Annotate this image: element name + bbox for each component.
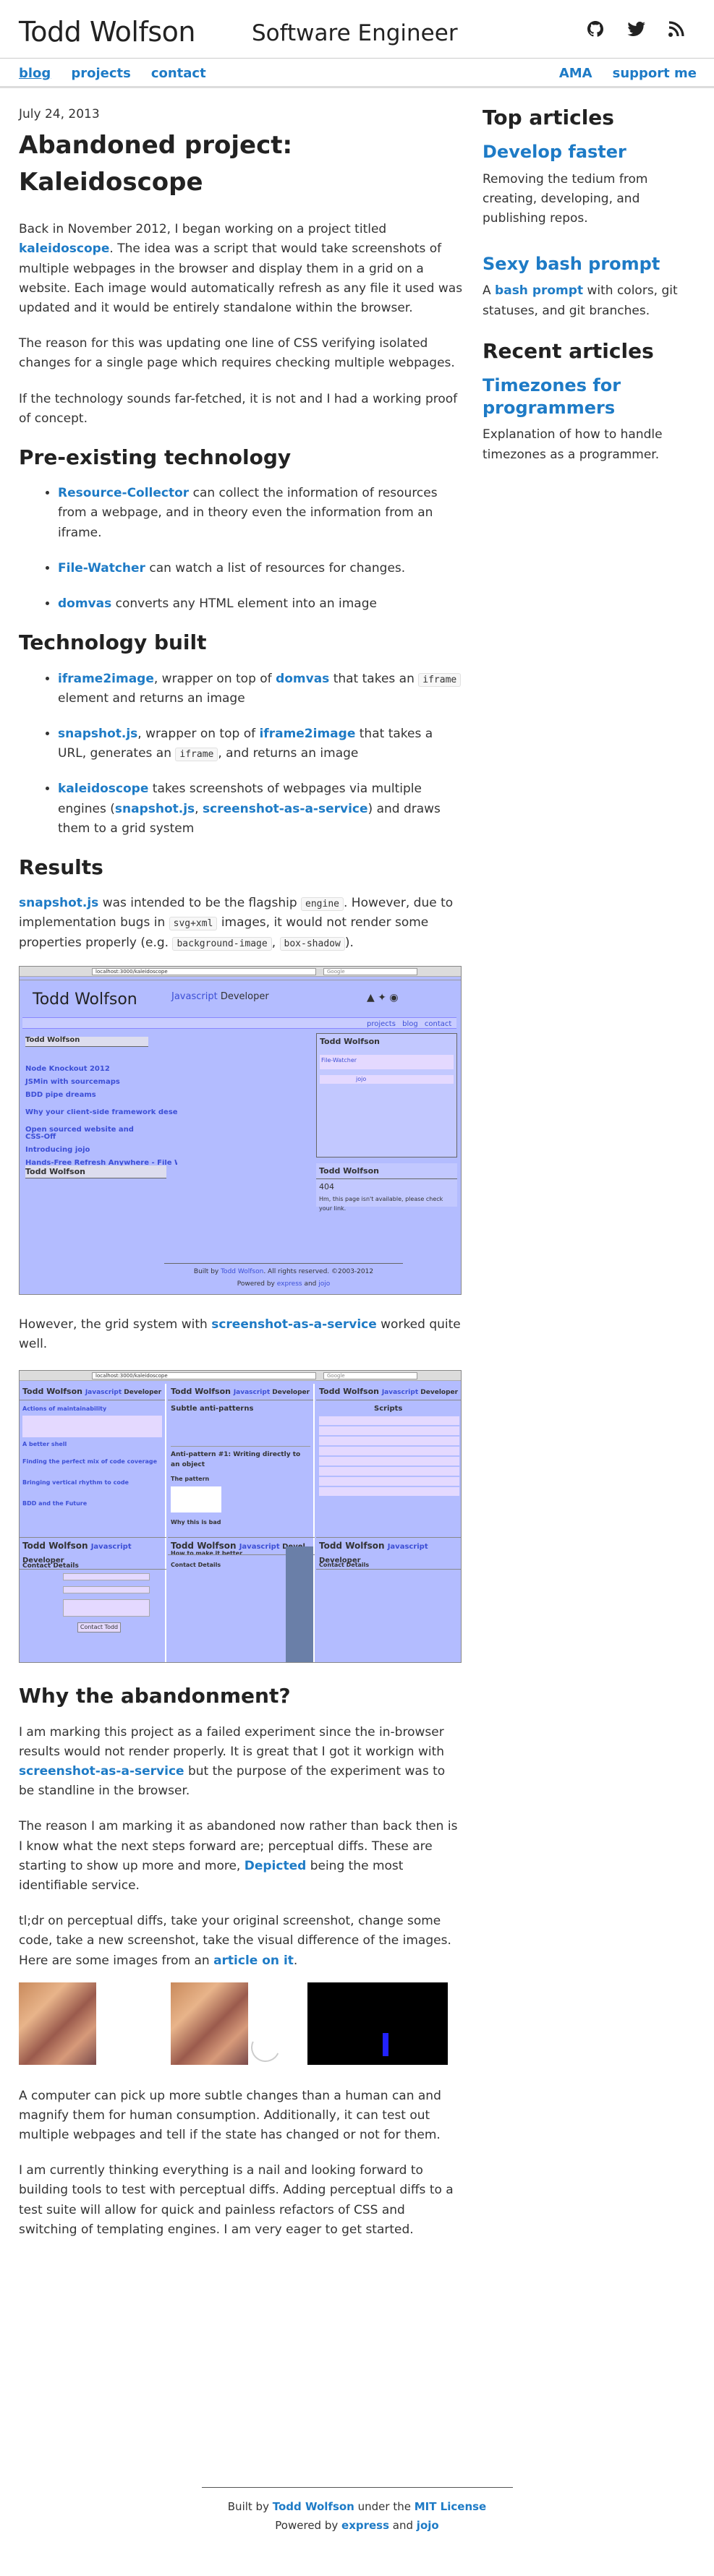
intro-paragraph-1: Back in November 2012, I began working o…: [19, 222, 463, 315]
inline-code: iframe: [418, 672, 462, 687]
diff-arc-icon: [247, 1982, 307, 2066]
iframe2image-link[interactable]: iframe2image: [259, 727, 355, 741]
sexy-bash-prompt-desc: A bash prompt with colors, git statuses,…: [483, 283, 678, 318]
file-watcher-link[interactable]: File-Watcher: [58, 561, 145, 575]
heading-results: Results: [19, 855, 103, 879]
kaleidoscope-link[interactable]: kaleidoscope: [58, 782, 148, 796]
preexisting-list: Resource-Collector can collect the infor…: [19, 484, 464, 614]
bash-prompt-link[interactable]: bash prompt: [495, 283, 583, 298]
footer-divider: [201, 2487, 513, 2488]
list-item: domvas converts any HTML element into an…: [58, 594, 464, 614]
develop-faster-desc: Removing the tedium from creating, devel…: [483, 171, 648, 226]
snapshot-js-link[interactable]: snapshot.js: [115, 802, 195, 816]
modified-image: [171, 1982, 248, 2065]
screenshot-as-a-service-link[interactable]: screenshot-as-a-service: [211, 1317, 377, 1332]
screenshot-grid-system: localhost:3000/kaleidoscope Google Todd …: [19, 1370, 462, 1664]
mit-license-link[interactable]: MIT License: [415, 2500, 487, 2513]
list-item: Resource-Collector can collect the infor…: [58, 484, 464, 543]
screenshot-snapshot-js: localhost:3000/kaleidoscope Google Todd …: [19, 965, 462, 1295]
original-image: [19, 1982, 96, 2065]
github-icon[interactable]: [587, 20, 604, 38]
results-paragraph: snapshot.js was intended to be the flags…: [19, 896, 454, 951]
twitter-icon[interactable]: [627, 20, 645, 38]
why-paragraph-4: A computer can pick up more subtle chang…: [19, 2088, 441, 2143]
resource-collector-link[interactable]: Resource-Collector: [58, 486, 189, 500]
nav-contact[interactable]: contact: [151, 64, 206, 85]
author-link[interactable]: Todd Wolfson: [273, 2500, 354, 2513]
intro-paragraph-2: The reason for this was updating one lin…: [19, 336, 455, 371]
social-links: [587, 20, 685, 38]
grid-paragraph: However, the grid system with screenshot…: [19, 1317, 461, 1352]
sexy-bash-prompt-link[interactable]: Sexy bash prompt: [483, 253, 700, 275]
footer-powered-by: Powered by express and jojo: [275, 2519, 439, 2532]
difference-image: [307, 1982, 448, 2065]
nav-ama[interactable]: AMA: [559, 64, 592, 85]
footer-built-by: Built by Todd Wolfson under the MIT Lice…: [227, 2500, 487, 2513]
inline-code: iframe: [175, 748, 218, 762]
list-item: snapshot.js, wrapper on top of iframe2im…: [58, 724, 464, 763]
post-title: Abandoned project: Kaleidoscope: [19, 131, 293, 197]
nav-projects[interactable]: projects: [71, 64, 131, 85]
heading-preexisting: Pre-existing technology: [19, 445, 292, 469]
iframe2image-link[interactable]: iframe2image: [58, 672, 154, 686]
timezones-link[interactable]: Timezones for programmers: [483, 375, 700, 419]
domvas-link[interactable]: domvas: [276, 672, 329, 686]
rss-icon[interactable]: [668, 20, 685, 38]
why-paragraph-5: I am currently thinking everything is a …: [19, 2163, 454, 2237]
built-list: iframe2image, wrapper on top of domvas t…: [19, 669, 464, 839]
list-item: File-Watcher can watch a list of resourc…: [58, 559, 464, 578]
why-paragraph-2: The reason I am marking it as abandoned …: [19, 1819, 458, 1893]
jojo-link[interactable]: jojo: [417, 2519, 439, 2532]
nav-support[interactable]: support me: [613, 64, 697, 85]
why-paragraph-1: I am marking this project as a failed ex…: [19, 1724, 446, 1799]
perceptual-diff-images: [19, 1982, 464, 2066]
list-item: kaleidoscope takes screenshots of webpag…: [58, 779, 464, 839]
develop-faster-link[interactable]: Develop faster: [483, 141, 700, 163]
screenshot-as-a-service-link[interactable]: screenshot-as-a-service: [19, 1764, 184, 1779]
kaleidoscope-link[interactable]: kaleidoscope: [19, 241, 109, 256]
heading-why: Why the abandonment?: [19, 1684, 291, 1708]
article-link[interactable]: article on it: [213, 1954, 294, 1968]
snapshot-js-link[interactable]: snapshot.js: [58, 727, 137, 741]
depicted-link[interactable]: Depicted: [245, 1859, 307, 1873]
site-name[interactable]: Todd Wolfson: [19, 10, 196, 54]
domvas-link[interactable]: domvas: [58, 596, 111, 611]
post-date: July 24, 2013: [19, 107, 100, 121]
site-header: Todd Wolfson Software Engineer: [0, 0, 714, 58]
recent-articles-heading: Recent articles: [483, 338, 654, 363]
timezones-desc: Explanation of how to handle timezones a…: [483, 427, 663, 462]
sidebar: Top articles Develop faster Removing the…: [483, 105, 700, 489]
express-link[interactable]: express: [341, 2519, 389, 2532]
article: July 24, 2013 Abandoned project: Kaleido…: [19, 105, 464, 2256]
site-role: Software Engineer: [252, 20, 458, 46]
nav-blog[interactable]: blog: [19, 64, 51, 85]
intro-paragraph-3: If the technology sounds far-fetched, it…: [19, 391, 458, 426]
why-paragraph-3: tl;dr on perceptual diffs, take your ori…: [19, 1914, 451, 1968]
screenshot-as-a-service-link[interactable]: screenshot-as-a-service: [203, 802, 368, 816]
top-articles-heading: Top articles: [483, 106, 614, 129]
snapshot-js-link[interactable]: snapshot.js: [19, 896, 98, 910]
site-footer: Built by Todd Wolfson under the MIT Lice…: [0, 2487, 714, 2536]
navbar: blog projects contact AMA support me: [0, 58, 714, 88]
list-item: iframe2image, wrapper on top of domvas t…: [58, 669, 464, 709]
heading-built: Technology built: [19, 630, 207, 655]
